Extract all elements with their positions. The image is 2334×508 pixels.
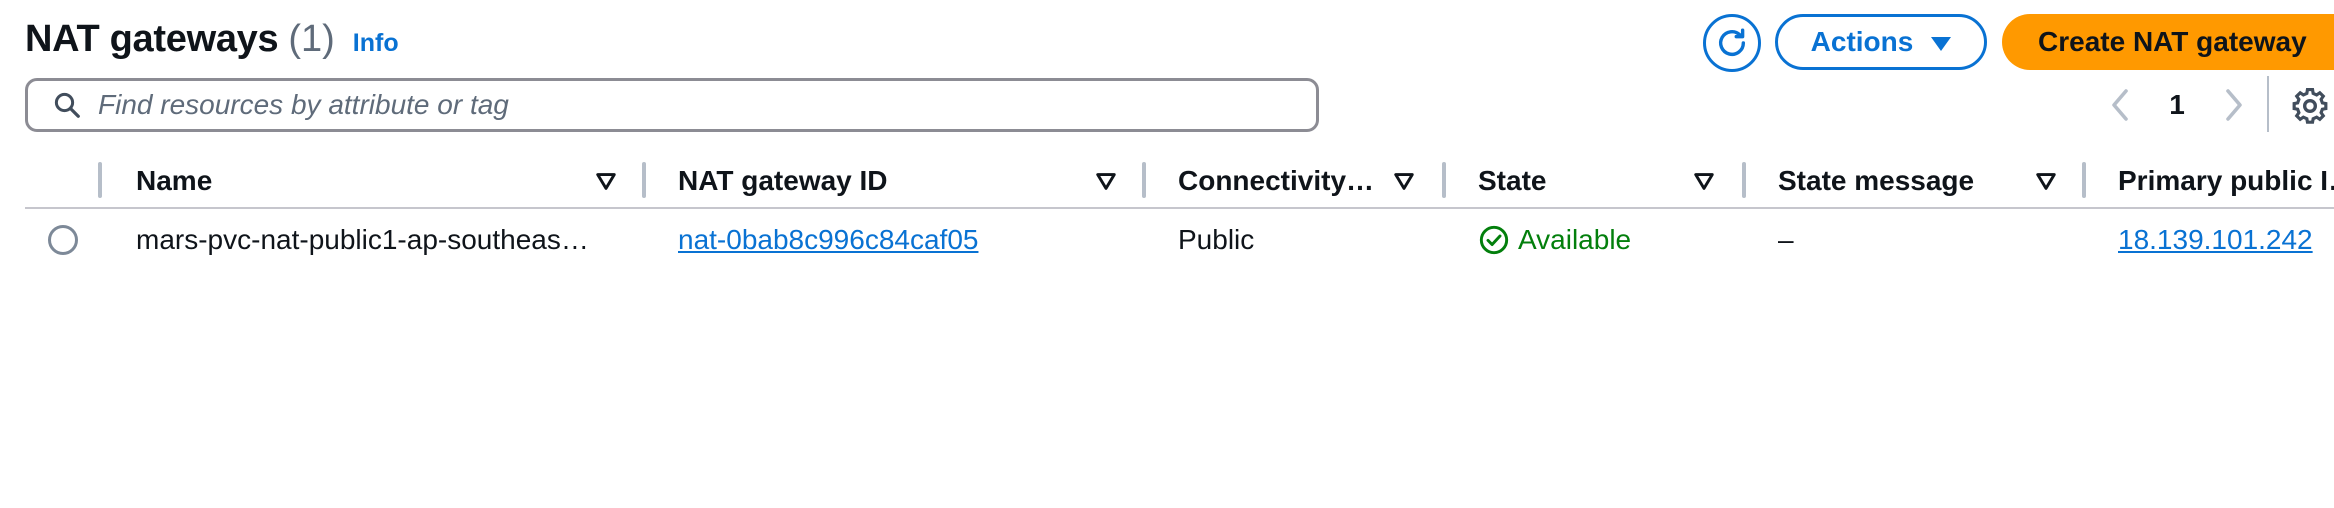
refresh-button[interactable] — [1703, 14, 1761, 72]
resource-count: (1) — [288, 18, 335, 60]
table-settings-button[interactable] — [2290, 84, 2334, 128]
column-header-connectivity[interactable]: Connectivity… — [1178, 152, 1374, 209]
previous-page-button[interactable] — [2100, 89, 2140, 121]
status-check-icon — [1479, 225, 1509, 255]
column-divider — [1742, 162, 1746, 198]
sort-icon[interactable] — [1095, 170, 1117, 192]
primary-public-ip-link[interactable]: 18.139.101.242 — [2118, 224, 2313, 256]
search-icon — [50, 88, 84, 122]
actions-dropdown-button[interactable]: Actions — [1775, 14, 1987, 70]
column-header-state[interactable]: State — [1478, 152, 1546, 209]
refresh-icon — [1718, 28, 1746, 56]
column-header-primary-public-ip[interactable]: Primary public I… — [2118, 152, 2334, 209]
state-label: Available — [1518, 224, 1632, 255]
cell-primary-public-ip: 18.139.101.242 — [2118, 209, 2313, 271]
create-label: Create NAT gateway — [2038, 26, 2307, 57]
column-header-nat-gateway-id[interactable]: NAT gateway ID — [678, 152, 888, 209]
page-title: NAT gateways — [25, 18, 279, 60]
search-input[interactable] — [98, 89, 1278, 121]
column-header-state-message[interactable]: State message — [1778, 152, 1974, 209]
sort-icon[interactable] — [2035, 170, 2057, 192]
page-number[interactable]: 1 — [2140, 89, 2214, 121]
nat-gateways-table: Name NAT gateway ID Connectivity… State … — [25, 152, 2334, 271]
nat-gateway-id-link[interactable]: nat-0bab8c996c84caf05 — [678, 224, 978, 256]
caret-down-icon — [1931, 36, 1952, 51]
create-nat-gateway-button[interactable]: Create NAT gateway — [2002, 14, 2334, 70]
actions-label: Actions — [1810, 26, 1914, 57]
next-page-button[interactable] — [2214, 89, 2254, 121]
sort-icon[interactable] — [595, 170, 617, 192]
info-link[interactable]: Info — [353, 29, 399, 58]
column-divider — [642, 162, 646, 198]
row-select-cell — [48, 209, 78, 271]
column-divider — [1442, 162, 1446, 198]
column-divider — [1142, 162, 1146, 198]
column-divider — [98, 162, 102, 198]
column-header-name[interactable]: Name — [136, 152, 212, 209]
sort-icon[interactable] — [1393, 170, 1415, 192]
pagination: 1 — [2100, 80, 2254, 130]
cell-connectivity: Public — [1178, 224, 1255, 255]
pagination-divider — [2267, 76, 2269, 132]
column-divider — [2082, 162, 2086, 198]
page-header: NAT gateways (1) Info — [25, 18, 399, 61]
row-select-radio[interactable] — [48, 225, 78, 255]
status-indicator: Available — [1478, 224, 1631, 256]
search-bar[interactable] — [25, 78, 1319, 132]
cell-nat-gateway-id: nat-0bab8c996c84caf05 — [678, 209, 978, 271]
cell-state-message: – — [1778, 224, 1794, 255]
table-row[interactable]: mars-pvc-nat-public1-ap-southeas… nat-0b… — [25, 209, 2334, 271]
chevron-right-icon — [2226, 89, 2242, 121]
cell-state: Available — [1478, 209, 1631, 271]
nat-gateways-page: NAT gateways (1) Info Actions Create NAT… — [0, 0, 2334, 508]
sort-icon[interactable] — [1693, 170, 1715, 192]
cell-name: mars-pvc-nat-public1-ap-southeas… — [136, 224, 589, 255]
settings-icon — [2292, 87, 2328, 124]
table-header: Name NAT gateway ID Connectivity… State … — [25, 152, 2334, 209]
chevron-left-icon — [2112, 89, 2128, 121]
